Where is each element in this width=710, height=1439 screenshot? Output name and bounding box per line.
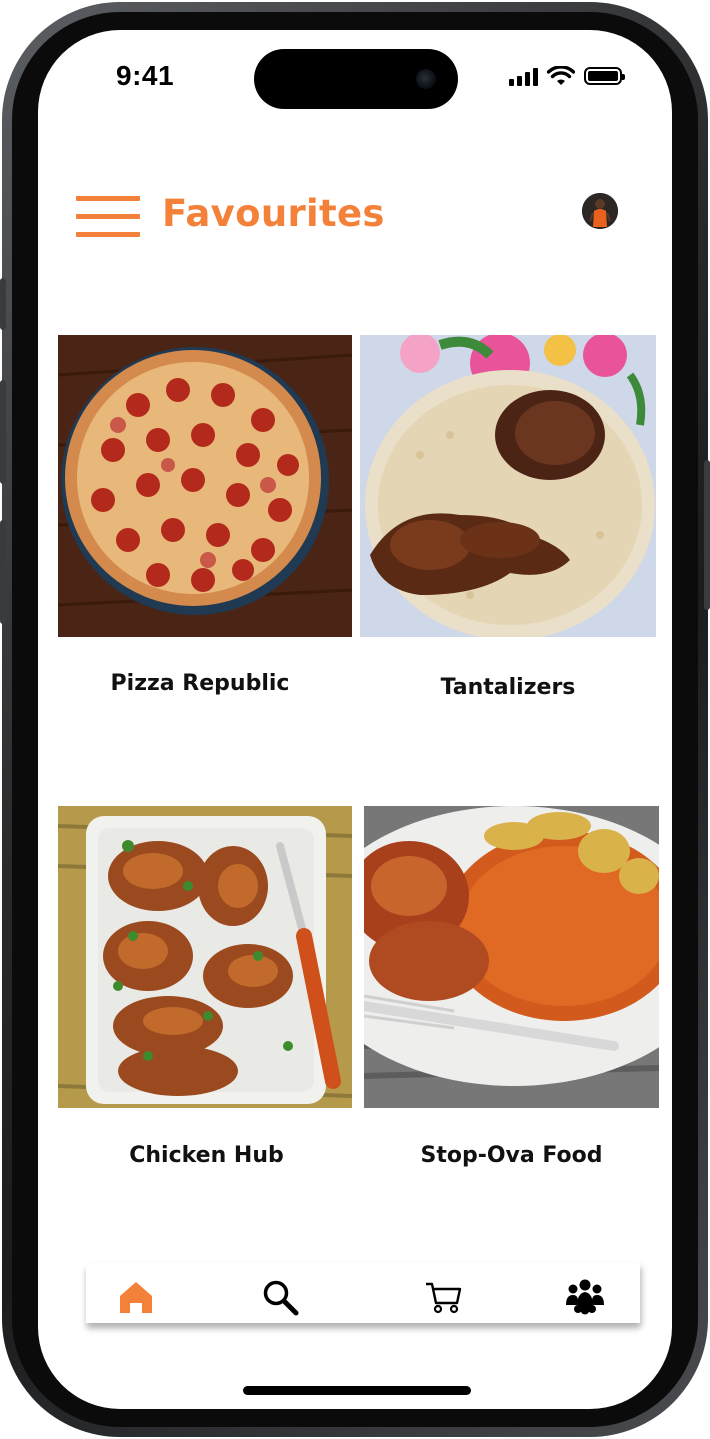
status-time: 9:41 <box>116 60 175 91</box>
cellular-signal-icon <box>509 66 538 86</box>
status-icons <box>509 66 625 86</box>
app-screen: 9:41 Favourites Pizza Republic Tantalize… <box>38 30 672 1409</box>
home-icon[interactable] <box>118 1279 158 1319</box>
pizza-republic-label[interactable]: Pizza Republic <box>58 671 342 696</box>
profile-avatar[interactable] <box>582 193 618 229</box>
chicken-hub-image[interactable] <box>58 806 352 1108</box>
volume-up-button <box>0 380 6 484</box>
pizza-republic-image[interactable] <box>58 335 352 637</box>
bottom-nav-bar <box>86 1263 640 1323</box>
volume-down-button <box>0 520 6 624</box>
stop-ova-food-image[interactable] <box>364 806 659 1108</box>
search-icon[interactable] <box>262 1279 302 1319</box>
tantalizers-label[interactable]: Tantalizers <box>360 675 656 700</box>
page-title: Favourites <box>162 192 385 235</box>
wifi-icon <box>547 66 575 85</box>
home-indicator[interactable] <box>243 1386 471 1395</box>
battery-icon <box>584 67 625 85</box>
dynamic-island <box>254 49 458 109</box>
hamburger-menu-icon[interactable] <box>76 196 142 240</box>
community-icon[interactable] <box>564 1279 604 1319</box>
cart-icon[interactable] <box>424 1279 464 1319</box>
stop-ova-food-label[interactable]: Stop-Ova Food <box>364 1143 659 1168</box>
mute-switch <box>0 278 6 330</box>
tantalizers-image[interactable] <box>360 335 656 637</box>
camera-icon <box>416 69 436 89</box>
chicken-hub-label[interactable]: Chicken Hub <box>58 1143 355 1168</box>
power-button <box>704 460 710 610</box>
